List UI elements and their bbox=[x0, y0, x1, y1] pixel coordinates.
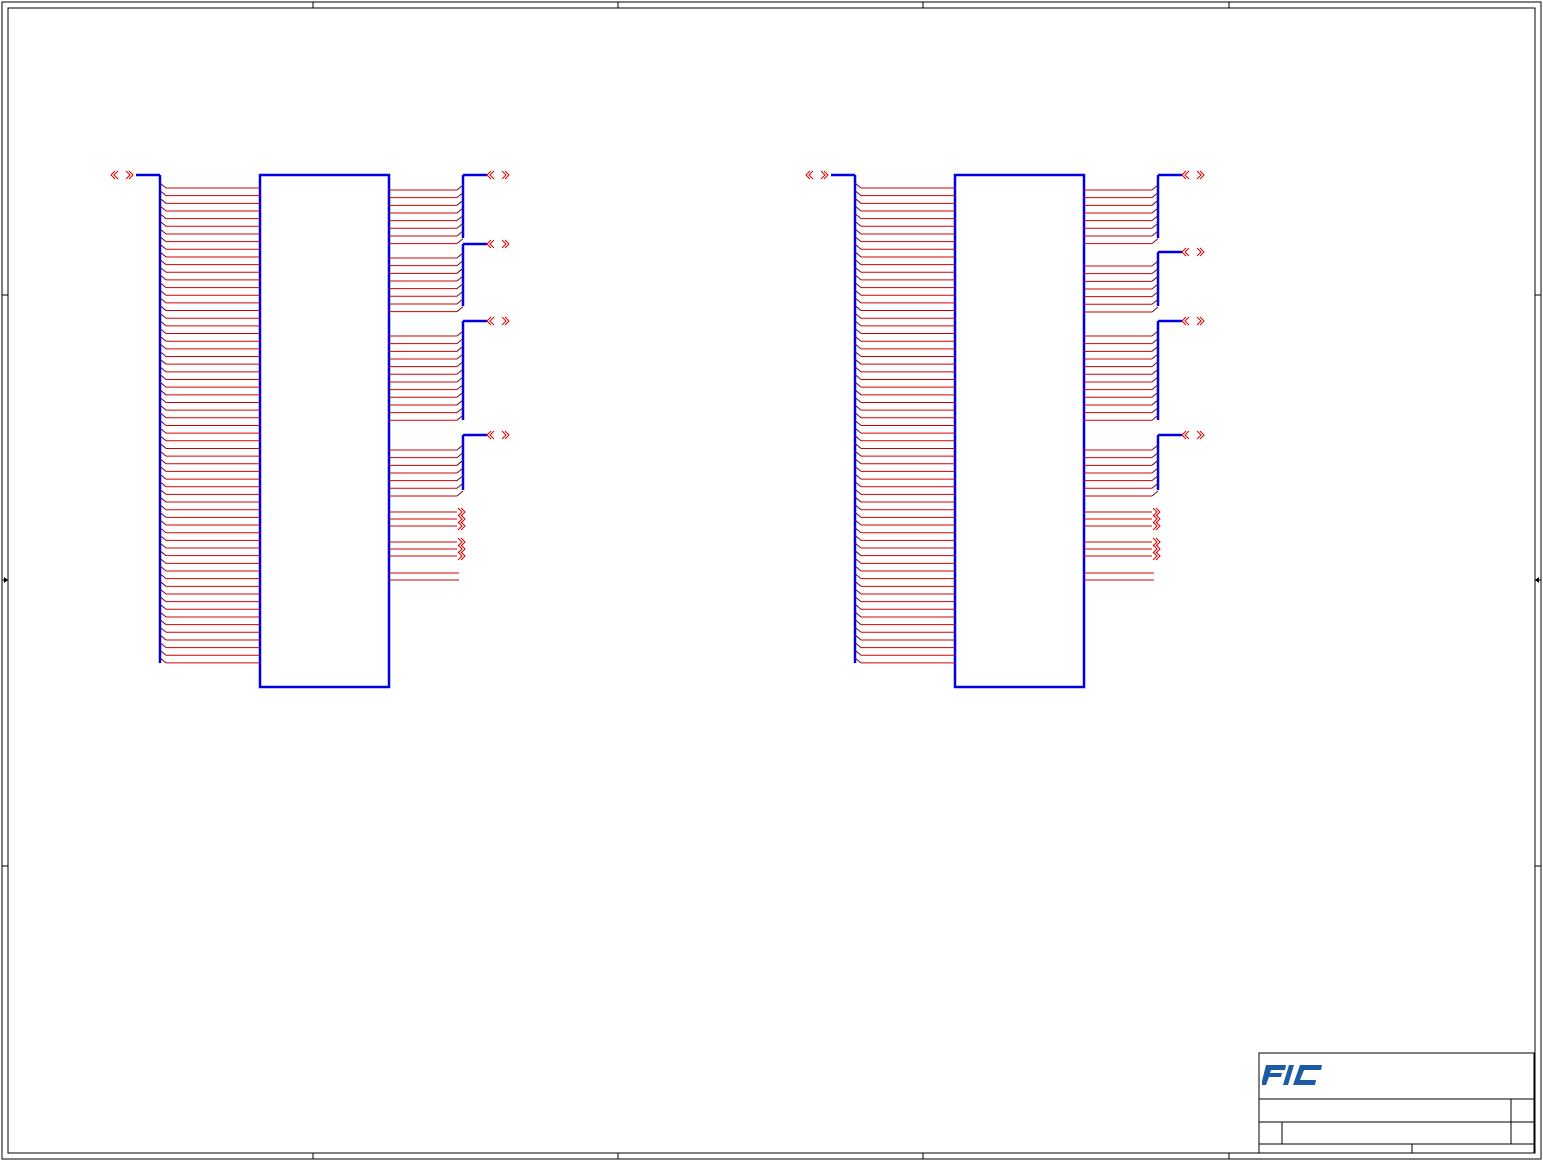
chevron-stroke bbox=[501, 170, 507, 180]
chevron-stroke bbox=[1196, 247, 1202, 257]
chevron-stroke bbox=[1184, 170, 1190, 180]
chevron-stroke bbox=[501, 239, 507, 249]
chevron-stroke bbox=[489, 170, 495, 180]
bus-ripper bbox=[456, 238, 464, 245]
bus-ripper bbox=[456, 306, 464, 313]
offpage-connector-out bbox=[820, 170, 829, 180]
offpage-connector-out bbox=[501, 430, 510, 440]
chevron-stroke bbox=[489, 430, 495, 440]
zone-arrow bbox=[1535, 577, 1539, 583]
offpage-connector-out bbox=[501, 239, 510, 249]
chevron-stroke bbox=[501, 316, 507, 326]
offpage-connector-out bbox=[501, 316, 510, 326]
chip-body bbox=[258, 173, 391, 689]
offpage-connector-in bbox=[486, 170, 495, 180]
offpage-connector bbox=[457, 521, 466, 531]
offpage-connector-out bbox=[501, 170, 510, 180]
chevron-stroke bbox=[113, 170, 119, 180]
outer-border bbox=[1, 1, 1542, 1160]
bus-ripper bbox=[1151, 490, 1159, 497]
chevron-stroke bbox=[808, 170, 814, 180]
chevron-stroke bbox=[1184, 316, 1190, 326]
schematic-block-right[interactable] bbox=[805, 170, 1205, 689]
schematic-sheet bbox=[1, 1, 1542, 1160]
offpage-connector-in bbox=[805, 170, 814, 180]
offpage-connector-out bbox=[125, 170, 134, 180]
offpage-connector-in bbox=[1181, 430, 1190, 440]
offpage-connector bbox=[457, 551, 466, 561]
schematic-block-left[interactable] bbox=[110, 170, 510, 689]
chip-body bbox=[953, 173, 1086, 689]
offpage-connector-in bbox=[486, 239, 495, 249]
offpage-connector-in bbox=[1181, 316, 1190, 326]
bus-ripper bbox=[1151, 306, 1159, 313]
chevron-stroke bbox=[1196, 430, 1202, 440]
inner-border bbox=[7, 7, 1536, 1154]
offpage-connector-in bbox=[110, 170, 119, 180]
offpage-connector bbox=[1152, 521, 1161, 531]
offpage-connector-out bbox=[1196, 170, 1205, 180]
offpage-connector bbox=[1152, 551, 1161, 561]
offpage-connector-in bbox=[1181, 170, 1190, 180]
chevron-stroke bbox=[1196, 170, 1202, 180]
zone-arrow bbox=[4, 577, 8, 583]
chevron-stroke bbox=[489, 239, 495, 249]
offpage-connector-in bbox=[1181, 247, 1190, 257]
chevron-stroke bbox=[489, 316, 495, 326]
chevron-stroke bbox=[1184, 430, 1190, 440]
offpage-connector-in bbox=[486, 316, 495, 326]
fic-logo-icon bbox=[1261, 1062, 1324, 1088]
chevron-stroke bbox=[125, 170, 131, 180]
chevron-stroke bbox=[1184, 247, 1190, 257]
chevron-stroke bbox=[820, 170, 826, 180]
chevron-stroke bbox=[501, 430, 507, 440]
offpage-connector-out bbox=[1196, 316, 1205, 326]
bus-ripper bbox=[1151, 238, 1159, 245]
offpage-connector-in bbox=[486, 430, 495, 440]
offpage-connector-out bbox=[1196, 247, 1205, 257]
offpage-connector-out bbox=[1196, 430, 1205, 440]
sheet-frame bbox=[1, 1, 1542, 1160]
chevron-stroke bbox=[1196, 316, 1202, 326]
bus-ripper bbox=[456, 490, 464, 497]
